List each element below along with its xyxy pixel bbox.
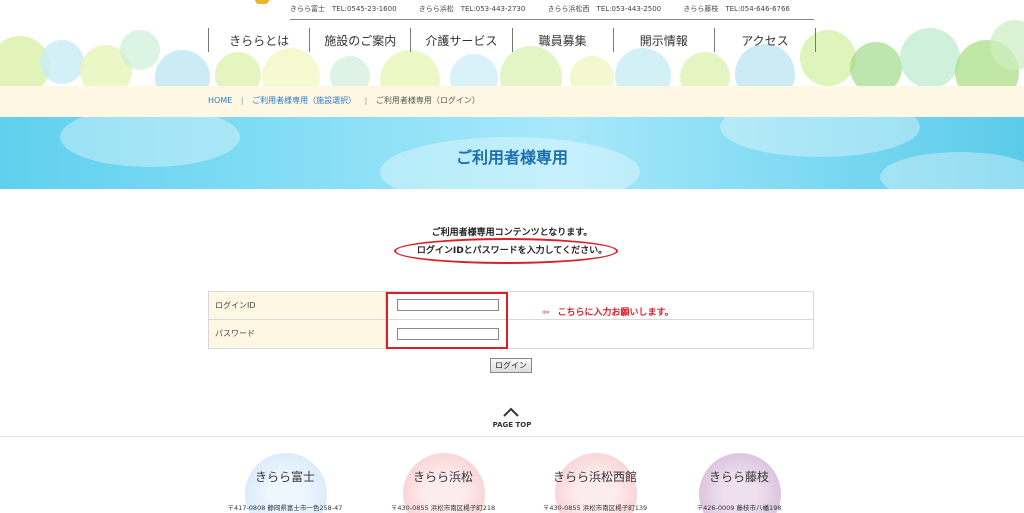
contact-item: きらら浜松 TEL:053-443-2730 (418, 5, 526, 13)
instruction-text: ログインIDとパスワードを入力してください。 (416, 246, 608, 256)
decor-bubble (900, 28, 960, 86)
nav-item-facilities[interactable]: 施設のご案内 (309, 28, 410, 52)
chevron-up-icon[interactable] (502, 406, 520, 418)
left-arrow-icon: ⇦ (542, 308, 550, 318)
decor-bubble (615, 48, 671, 86)
logo-fragment (255, 0, 269, 4)
breadcrumb: HOME | ご利用者様専用（施設選択） | ご利用者様専用（ログイン） (208, 95, 480, 106)
facility-card-hamamatsu-west[interactable]: きらら浜松西館 〒430-0855 浜松市南区楊子町139 (520, 453, 670, 513)
breadcrumb-home-link[interactable]: HOME (208, 96, 232, 105)
breadcrumb-separator: | (240, 96, 244, 105)
decor-bubble (850, 42, 902, 86)
decor-bubble (570, 56, 614, 86)
facility-card-fuji[interactable]: きらら富士 〒417-0808 静岡県富士市一色258-47 (210, 453, 360, 513)
decor-bubble (262, 48, 320, 86)
contact-bar: きらら富士 TEL:0545-23-1600 きらら浜松 TEL:053-443… (290, 4, 810, 14)
breadcrumb-current: ご利用者様専用（ログイン） (375, 96, 480, 105)
facility-card-hamamatsu[interactable]: きらら浜松 〒430-0855 浜松市南区楊子町218 (368, 453, 518, 513)
facility-name: きらら浜松 (412, 470, 473, 484)
decor-bubble (680, 52, 730, 86)
nav-item-access[interactable]: アクセス (713, 28, 817, 52)
facility-address: 〒430-0855 浜松市南区楊子町139 (542, 504, 648, 512)
input-hint-text: こちらに入力お願いします。 (557, 308, 674, 318)
facility-card-fujieda[interactable]: きらら藤枝 〒426-0009 藤枝市八幡198 (664, 453, 814, 513)
contact-item: きらら浜松西 TEL:053-443-2500 (547, 5, 662, 13)
decor-bubble (330, 56, 370, 86)
decor-bubble (215, 52, 261, 86)
facility-name: きらら藤枝 (708, 470, 769, 484)
page-top-link[interactable]: PAGE TOP (0, 421, 1024, 429)
decor-bubble (40, 40, 84, 84)
nav-item-disclosure[interactable]: 開示情報 (612, 28, 714, 52)
main-nav: きららとは 施設のご案内 介護サービス 職員募集 開示情報 アクセス (208, 28, 817, 52)
site-header: きらら富士 TEL:0545-23-1600 きらら浜松 TEL:053-443… (0, 0, 1024, 86)
decor-bubble (500, 46, 562, 86)
footer-divider (0, 436, 1024, 437)
decor-bubble (450, 54, 498, 86)
facility-name: きらら富士 (254, 470, 315, 484)
password-label: パスワード (209, 320, 386, 348)
login-button[interactable]: ログイン (490, 358, 532, 373)
login-form: ログインID パスワード (208, 291, 814, 349)
facility-address: 〒417-0808 静岡県富士市一色258-47 (227, 504, 343, 512)
nav-item-about[interactable]: きららとは (208, 28, 309, 52)
page-title: ご利用者様専用 (455, 148, 568, 167)
facility-address: 〒426-0009 藤枝市八幡198 (696, 504, 782, 512)
divider (290, 19, 814, 20)
login-id-row: ログインID (209, 292, 813, 320)
intro-text: ご利用者様専用コンテンツとなります。 (431, 228, 593, 238)
breadcrumb-facility-select-link[interactable]: ご利用者様専用（施設選択） (252, 96, 356, 105)
password-row: パスワード (209, 320, 813, 348)
decor-bubble (380, 50, 440, 86)
nav-item-recruit[interactable]: 職員募集 (511, 28, 613, 52)
login-id-label: ログインID (209, 292, 386, 319)
nav-item-care-services[interactable]: 介護サービス (410, 28, 511, 52)
contact-item: きらら富士 TEL:0545-23-1600 (290, 5, 397, 13)
breadcrumb-band (0, 86, 1024, 117)
decor-bubble (155, 50, 210, 86)
breadcrumb-separator: | (364, 96, 368, 105)
input-highlight-box (386, 292, 508, 349)
contact-item: きらら藤枝 TEL:054-646-6766 (683, 5, 790, 13)
facility-address: 〒430-0855 浜松市南区楊子町218 (390, 504, 496, 512)
facility-name: きらら浜松西館 (552, 470, 637, 484)
input-hint: ⇦ こちらに入力お願いします。 (542, 305, 674, 318)
decor-bubble (120, 30, 160, 70)
